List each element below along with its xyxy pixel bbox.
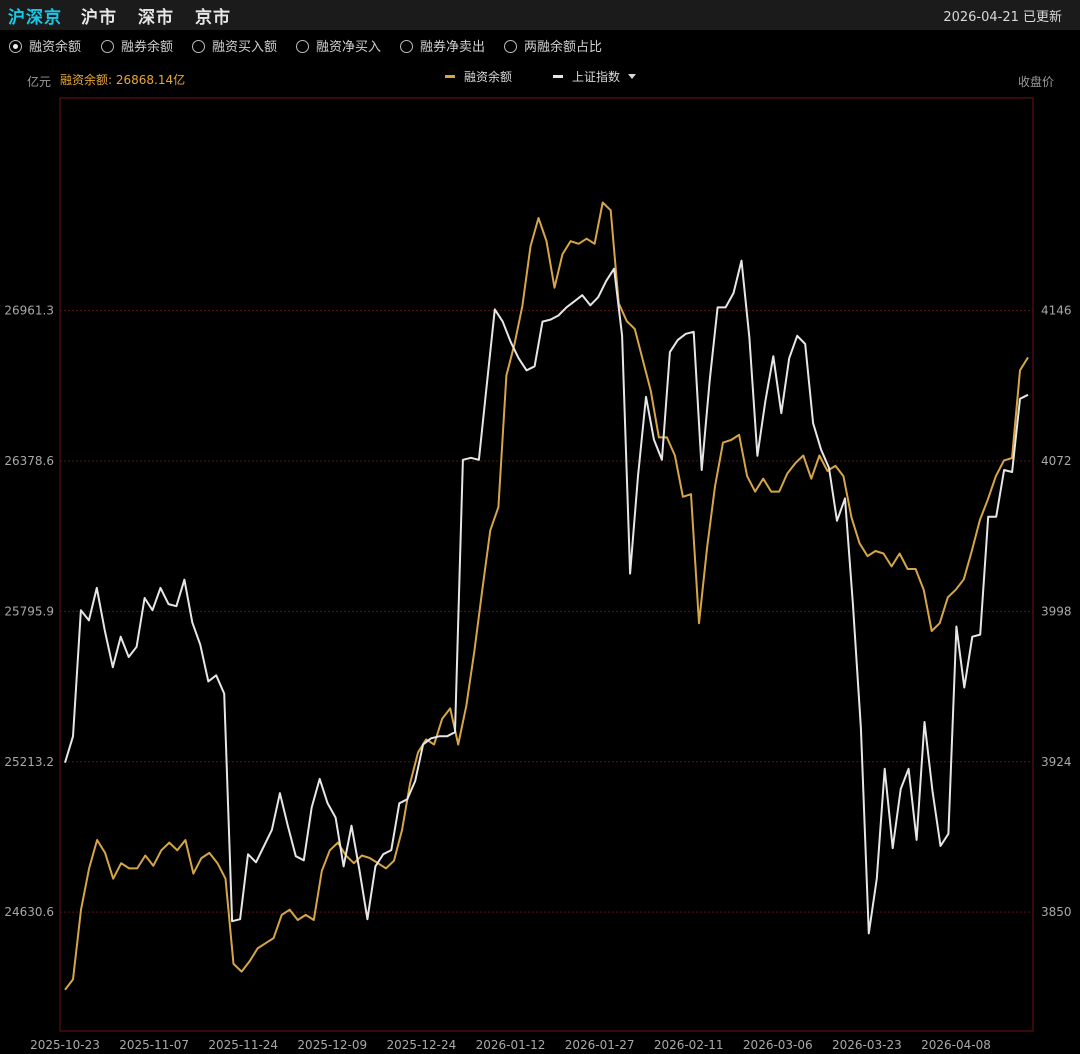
plot-frame — [59, 97, 1034, 1032]
x-tick-label: 2025-11-24 — [208, 1038, 278, 1052]
x-tick-label: 2025-12-09 — [297, 1038, 367, 1052]
y-left-tick-label: 25795.9 — [4, 604, 54, 618]
x-tick-label: 2026-04-08 — [921, 1038, 991, 1052]
y-left-tick-label: 26961.3 — [4, 304, 54, 318]
y-left-tick-label: 24630.6 — [4, 905, 54, 919]
y-left-tick-label: 26378.6 — [4, 454, 54, 468]
x-tick-label: 2025-12-24 — [387, 1038, 457, 1052]
x-tick-label: 2025-11-07 — [119, 1038, 189, 1052]
x-tick-label: 2026-02-11 — [654, 1038, 724, 1052]
series-line-sse-index — [64, 259, 1029, 935]
x-tick-label: 2026-03-06 — [743, 1038, 813, 1052]
y-right-tick-label: 3998 — [1041, 604, 1072, 618]
y-right-tick-label: 4146 — [1041, 304, 1072, 318]
margin-chart: 26961.3 4146 26378.6 4072 25795.9 3998 25213.2… — [4, 97, 1072, 1052]
x-tick-label: 2026-01-27 — [565, 1038, 635, 1052]
y-right-tick-label: 4072 — [1041, 454, 1072, 468]
y-right-tick-label: 3924 — [1041, 755, 1072, 769]
x-tick-label: 2026-03-23 — [832, 1038, 902, 1052]
x-tick-label: 2026-01-12 — [476, 1038, 546, 1052]
y-right-tick-label: 3850 — [1041, 905, 1072, 919]
x-tick-label: 2025-10-23 — [30, 1038, 100, 1052]
y-left-tick-label: 25213.2 — [4, 755, 54, 769]
